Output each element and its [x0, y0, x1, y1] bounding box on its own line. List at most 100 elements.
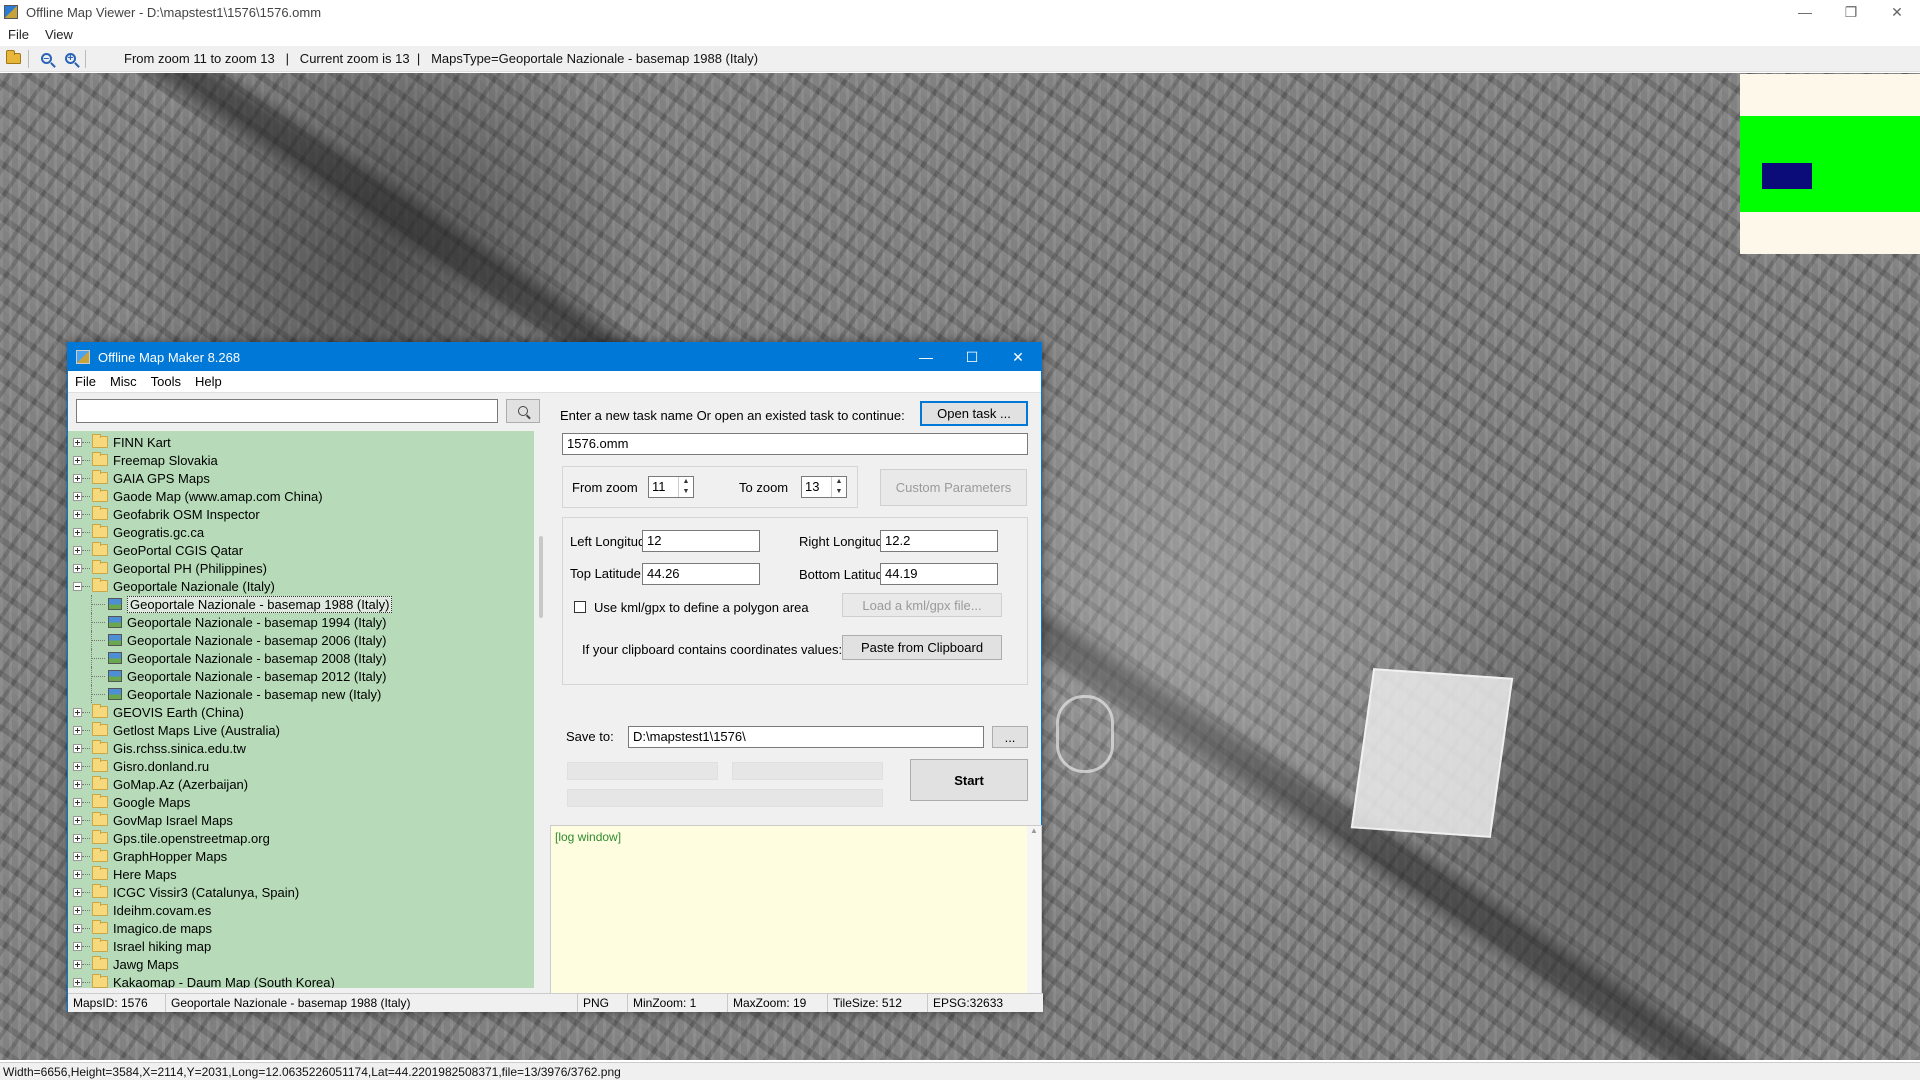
tree-folder-item[interactable]: Jawg Maps [68, 955, 533, 973]
scroll-up-icon[interactable]: ▲ [1027, 826, 1041, 835]
spin-up-icon[interactable]: ▲ [679, 477, 693, 487]
expand-icon[interactable] [73, 833, 82, 843]
zoom-out-icon[interactable] [35, 48, 57, 70]
minimize-icon[interactable]: — [903, 343, 949, 371]
close-icon[interactable]: ✕ [1874, 0, 1920, 24]
zoom-in-icon[interactable] [59, 48, 81, 70]
tree-folder-item[interactable]: Geoportal PH (Philippines) [68, 559, 533, 577]
expand-icon[interactable] [73, 491, 82, 501]
tree-map-item[interactable]: Geoportale Nazionale - basemap 2012 (Ita… [68, 667, 533, 685]
menu-file[interactable]: File [0, 27, 37, 42]
tree-map-item[interactable]: Geoportale Nazionale - basemap 2008 (Ita… [68, 649, 533, 667]
tree-folder-item[interactable]: Israel hiking map [68, 937, 533, 955]
collapse-icon[interactable] [73, 581, 82, 591]
browse-button[interactable]: ... [992, 726, 1028, 748]
log-window[interactable]: [log window] ▲ ▼ [550, 825, 1042, 1003]
minimize-icon[interactable]: — [1782, 0, 1828, 24]
tree-map-item[interactable]: Geoportale Nazionale - basemap 2006 (Ita… [68, 631, 533, 649]
spin-down-icon[interactable]: ▼ [679, 487, 693, 497]
custom-parameters-button[interactable]: Custom Parameters [880, 469, 1027, 506]
bottom-latitude-field[interactable]: 44.19 [880, 563, 998, 585]
load-kml-button[interactable]: Load a kml/gpx file... [842, 593, 1002, 617]
task-name-field[interactable]: 1576.omm [562, 433, 1028, 455]
expand-icon[interactable] [73, 977, 82, 987]
maximize-icon[interactable]: ☐ [949, 343, 995, 371]
expand-icon[interactable] [73, 905, 82, 915]
spinner-arrows[interactable]: ▲ ▼ [831, 477, 846, 497]
to-zoom-spinner[interactable]: 13 ▲ ▼ [801, 476, 847, 498]
expand-icon[interactable] [73, 851, 82, 861]
left-longitude-field[interactable]: 12 [642, 530, 760, 552]
from-zoom-spinner[interactable]: 11 ▲ ▼ [648, 476, 694, 498]
tree-folder-item[interactable]: Imagico.de maps [68, 919, 533, 937]
expand-icon[interactable] [73, 473, 82, 483]
tree-folder-item[interactable]: Gisro.donland.ru [68, 757, 533, 775]
tree-folder-item[interactable]: Google Maps [68, 793, 533, 811]
tree-map-item[interactable]: Geoportale Nazionale - basemap new (Ital… [68, 685, 533, 703]
dialog-menu-help[interactable]: Help [188, 374, 229, 389]
kml-polygon-checkbox[interactable] [574, 601, 586, 613]
tree-map-item[interactable]: Geoportale Nazionale - basemap 1988 (Ita… [68, 595, 533, 613]
expand-icon[interactable] [73, 797, 82, 807]
expand-icon[interactable] [73, 941, 82, 951]
spinner-arrows[interactable]: ▲ ▼ [678, 477, 693, 497]
tree-folder-item[interactable]: Gps.tile.openstreetmap.org [68, 829, 533, 847]
tree-folder-item[interactable]: Kakaomap - Daum Map (South Korea) [68, 973, 533, 988]
expand-icon[interactable] [73, 527, 82, 537]
restore-icon[interactable]: ❐ [1828, 0, 1874, 24]
top-latitude-field[interactable]: 44.26 [642, 563, 760, 585]
expand-icon[interactable] [73, 437, 82, 447]
tree-folder-item[interactable]: GovMap Israel Maps [68, 811, 533, 829]
expand-icon[interactable] [73, 923, 82, 933]
expand-icon[interactable] [73, 761, 82, 771]
tree-folder-item[interactable]: ICGC Vissir3 (Catalunya, Spain) [68, 883, 533, 901]
close-icon[interactable]: ✕ [995, 343, 1041, 371]
tree-folder-item[interactable]: GAIA GPS Maps [68, 469, 533, 487]
tree-folder-item[interactable]: Gis.rchss.sinica.edu.tw [68, 739, 533, 757]
expand-icon[interactable] [73, 815, 82, 825]
expand-icon[interactable] [73, 545, 82, 555]
expand-icon[interactable] [73, 887, 82, 897]
scrollbar-thumb[interactable] [539, 536, 543, 618]
tree-map-item[interactable]: Geoportale Nazionale - basemap 1994 (Ita… [68, 613, 533, 631]
open-folder-icon[interactable] [2, 48, 24, 70]
paste-clipboard-button[interactable]: Paste from Clipboard [842, 635, 1002, 660]
tree-scrollbar[interactable] [536, 431, 546, 988]
expand-icon[interactable] [73, 563, 82, 573]
spin-up-icon[interactable]: ▲ [832, 477, 846, 487]
maps-tree[interactable]: FINN Kart Freemap Slovakia GAIA GPS Maps Ga… [68, 431, 534, 988]
right-longitude-field[interactable]: 12.2 [880, 530, 998, 552]
expand-icon[interactable] [73, 509, 82, 519]
search-button[interactable] [506, 399, 540, 423]
tree-folder-item[interactable]: Geoportale Nazionale (Italy) [68, 577, 533, 595]
minimap-viewport[interactable] [1762, 163, 1812, 189]
tree-folder-item[interactable]: Geogratis.gc.ca [68, 523, 533, 541]
log-scrollbar[interactable]: ▲ ▼ [1027, 826, 1041, 1002]
expand-icon[interactable] [73, 725, 82, 735]
tree-folder-item[interactable]: Ideihm.covam.es [68, 901, 533, 919]
tree-folder-item[interactable]: Gaode Map (www.amap.com China) [68, 487, 533, 505]
tree-folder-item[interactable]: Getlost Maps Live (Australia) [68, 721, 533, 739]
tree-folder-item[interactable]: GeoPortal CGIS Qatar [68, 541, 533, 559]
tree-folder-item[interactable]: GraphHopper Maps [68, 847, 533, 865]
dialog-menu-tools[interactable]: Tools [144, 374, 188, 389]
minimap-overview[interactable] [1740, 74, 1920, 254]
expand-icon[interactable] [73, 743, 82, 753]
expand-icon[interactable] [73, 779, 82, 789]
expand-icon[interactable] [73, 959, 82, 969]
expand-icon[interactable] [73, 707, 82, 717]
menu-view[interactable]: View [37, 27, 81, 42]
tree-folder-item[interactable]: Here Maps [68, 865, 533, 883]
expand-icon[interactable] [73, 455, 82, 465]
open-task-button[interactable]: Open task ... [920, 401, 1028, 426]
search-input[interactable] [76, 399, 498, 423]
tree-folder-item[interactable]: GoMap.Az (Azerbaijan) [68, 775, 533, 793]
tree-folder-item[interactable]: Geofabrik OSM Inspector [68, 505, 533, 523]
tree-folder-item[interactable]: FINN Kart [68, 433, 533, 451]
tree-folder-item[interactable]: Freemap Slovakia [68, 451, 533, 469]
spin-down-icon[interactable]: ▼ [832, 487, 846, 497]
tree-folder-item[interactable]: GEOVIS Earth (China) [68, 703, 533, 721]
dialog-menu-misc[interactable]: Misc [103, 374, 144, 389]
start-button[interactable]: Start [910, 759, 1028, 801]
dialog-menu-file[interactable]: File [68, 374, 103, 389]
